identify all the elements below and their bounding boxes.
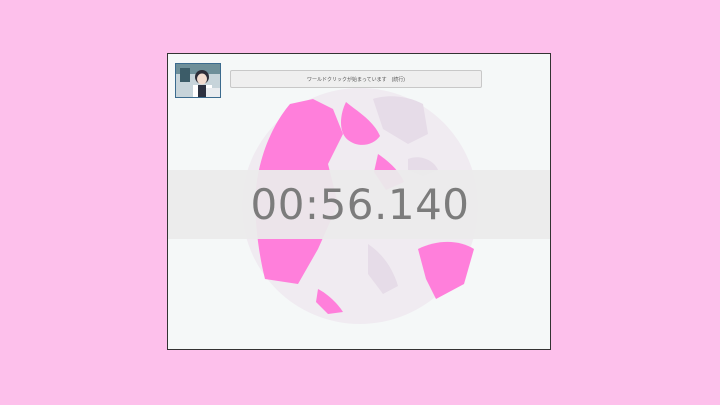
timer-band: 00:56.140: [168, 170, 550, 239]
avatar[interactable]: [175, 63, 221, 98]
page-title-text: ワールドクリックが始まっています (続行): [307, 76, 405, 83]
app-window: ワールドクリックが始まっています (続行) 00:56.140: [167, 53, 551, 350]
page-title: ワールドクリックが始まっています (続行): [230, 70, 482, 88]
avatar-image: [176, 64, 220, 97]
elapsed-timer: 00:56.140: [250, 180, 470, 229]
